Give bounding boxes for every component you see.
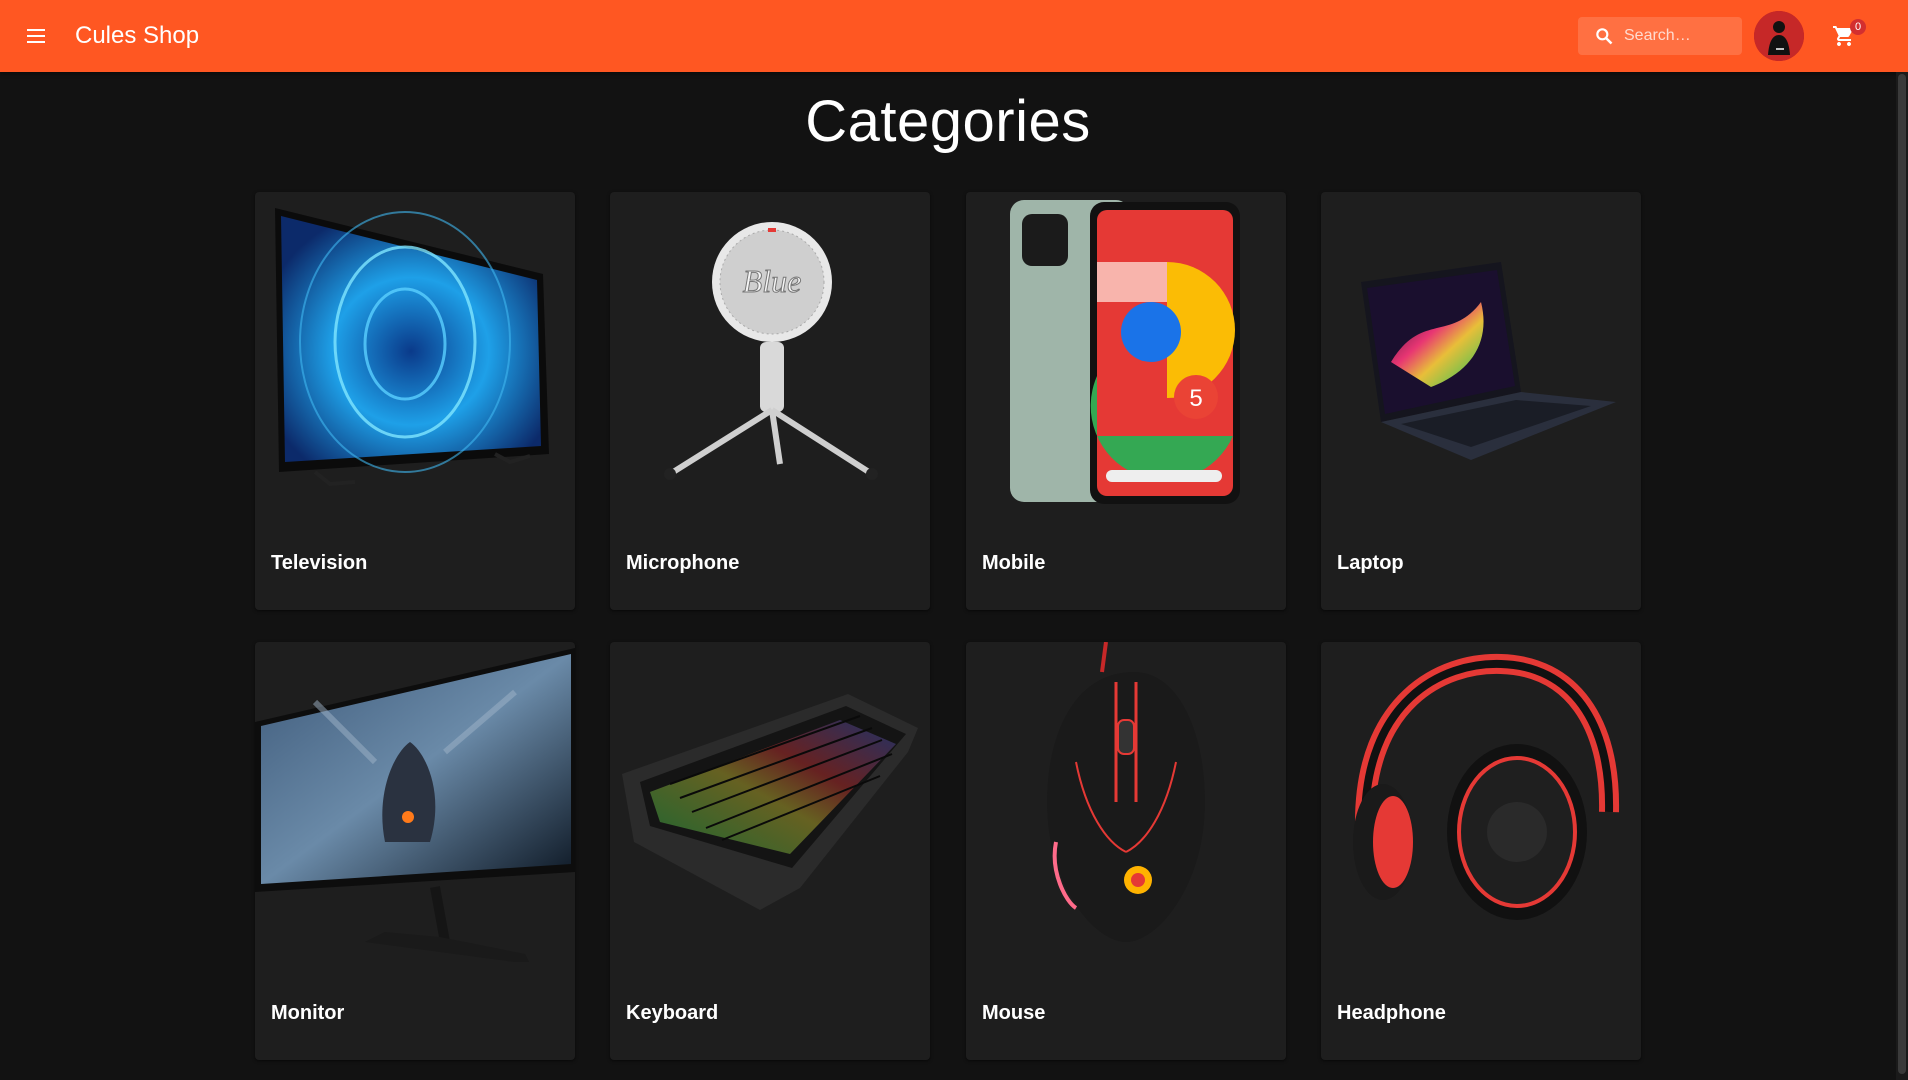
category-card-monitor[interactable]: Monitor xyxy=(255,642,575,1060)
category-label: Laptop xyxy=(1337,552,1404,574)
avatar-figure-icon xyxy=(1754,11,1804,61)
svg-text:Blue: Blue xyxy=(743,263,802,299)
category-card-mouse[interactable]: Mouse xyxy=(966,642,1286,1060)
category-card-headphone[interactable]: Headphone xyxy=(1321,642,1641,1060)
monitor-image xyxy=(255,648,575,962)
headphone-image xyxy=(1353,653,1620,920)
category-label: Microphone xyxy=(626,552,740,574)
cart-count-badge: 0 xyxy=(1850,19,1866,35)
mobile-phone-image: 5 xyxy=(1010,200,1240,504)
category-label: Headphone xyxy=(1337,1002,1446,1024)
category-card-television[interactable]: Television xyxy=(255,192,575,610)
microphone-image: Blue xyxy=(664,222,878,480)
app-title[interactable]: Cules Shop xyxy=(75,22,199,50)
category-label: Mobile xyxy=(982,552,1046,574)
cart-button[interactable]: 0 xyxy=(1824,16,1866,56)
television-image xyxy=(275,208,549,487)
laptop-image xyxy=(1361,262,1616,460)
search-box[interactable] xyxy=(1578,17,1742,55)
category-label: Keyboard xyxy=(626,1002,719,1024)
svg-text:5: 5 xyxy=(1189,385,1202,412)
page-title: Categories xyxy=(805,89,1091,154)
search-input[interactable] xyxy=(1622,26,1736,46)
category-card-laptop[interactable]: Laptop xyxy=(1321,192,1641,610)
app-bar: Cules Shop 0 xyxy=(0,0,1908,72)
hamburger-menu-icon xyxy=(27,29,45,43)
user-avatar[interactable] xyxy=(1754,11,1804,61)
category-label: Mouse xyxy=(982,1002,1046,1024)
category-card-keyboard[interactable]: Keyboard xyxy=(610,642,930,1060)
scrollbar-thumb[interactable] xyxy=(1898,74,1906,1074)
menu-button[interactable] xyxy=(12,12,60,60)
category-label: Television xyxy=(271,552,368,574)
mouse-image xyxy=(1047,642,1205,942)
category-card-microphone[interactable]: Blue Microphone xyxy=(610,192,930,610)
search-icon xyxy=(1596,28,1613,45)
category-label: Monitor xyxy=(271,1002,345,1024)
page-scrollbar[interactable] xyxy=(1896,72,1908,1080)
keyboard-image xyxy=(622,694,918,910)
category-card-mobile[interactable]: 5 Mobile xyxy=(966,192,1286,610)
